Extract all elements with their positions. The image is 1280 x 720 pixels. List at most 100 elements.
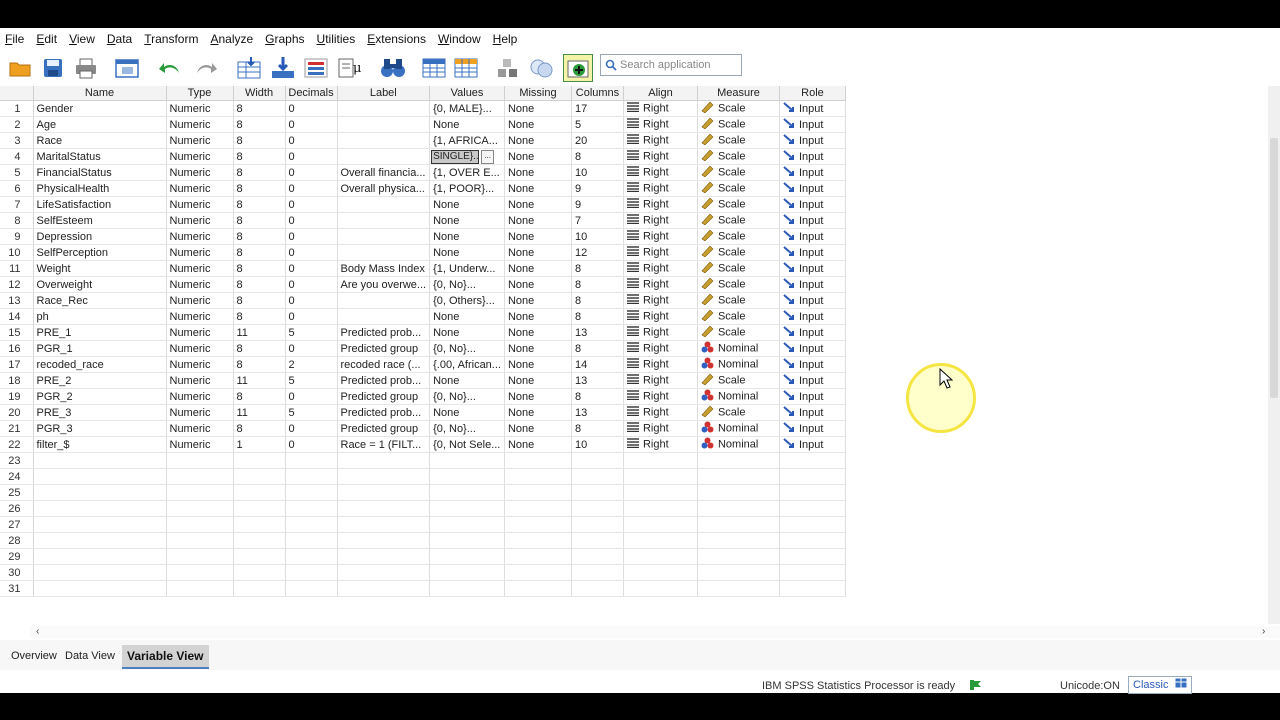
empty-cell[interactable] (571, 516, 624, 533)
cell-label[interactable]: Body Mass Index (337, 260, 431, 277)
cell-measure[interactable]: Scale (697, 228, 780, 245)
menu-transform[interactable]: Transform (139, 28, 205, 50)
cell-values[interactable]: SINGLE}...... (429, 148, 505, 165)
row-number[interactable]: 26 (0, 500, 34, 517)
empty-cell[interactable] (285, 516, 338, 533)
empty-cell[interactable] (571, 564, 624, 581)
cell-name[interactable]: SelfPerception (33, 244, 167, 261)
empty-cell[interactable] (504, 500, 572, 517)
cell-align[interactable]: Right (623, 324, 698, 341)
empty-cell[interactable] (623, 452, 698, 469)
empty-cell[interactable] (285, 580, 338, 597)
empty-cell[interactable] (504, 564, 572, 581)
cell-role[interactable]: Input (779, 420, 846, 437)
cell-values[interactable]: None (429, 404, 505, 421)
cell-align[interactable]: Right (623, 212, 698, 229)
cell-decimals[interactable]: 5 (285, 372, 338, 389)
cell-columns[interactable]: 9 (571, 196, 624, 213)
cell-align[interactable]: Right (623, 372, 698, 389)
empty-cell[interactable] (623, 580, 698, 597)
menu-edit[interactable]: Edit (31, 28, 64, 50)
cell-role[interactable]: Input (779, 148, 846, 165)
empty-cell[interactable] (571, 484, 624, 501)
cell-measure[interactable]: Nominal (697, 340, 780, 357)
col-header-align[interactable]: Align (623, 86, 698, 101)
empty-cell[interactable] (285, 484, 338, 501)
recall-dialog-icon[interactable] (112, 54, 142, 82)
table-row[interactable]: 12 Overweight Numeric 8 0 Are you overwe... {0… (0, 276, 846, 293)
cell-type[interactable]: Numeric (166, 148, 234, 165)
cell-width[interactable]: 8 (233, 340, 286, 357)
table-row[interactable]: 14 ph Numeric 8 0 None None 8 Right Scale Input (0, 308, 846, 325)
cell-columns[interactable]: 8 (571, 308, 624, 325)
menu-graphs[interactable]: Graphs (260, 28, 311, 50)
col-header-name[interactable]: Name (33, 86, 167, 101)
empty-cell[interactable] (504, 484, 572, 501)
split-file-icon[interactable] (494, 54, 524, 82)
customize-toolbar-icon[interactable] (563, 54, 593, 82)
cell-role[interactable]: Input (779, 228, 846, 245)
cell-label[interactable] (337, 196, 431, 213)
empty-row[interactable]: 28 (0, 532, 846, 549)
cell-missing[interactable]: None (504, 308, 572, 325)
empty-row[interactable]: 24 (0, 468, 846, 485)
vertical-scroll-thumb[interactable] (1270, 138, 1278, 398)
cell-values[interactable]: None (429, 372, 505, 389)
table-row[interactable]: 10 SelfPerception Numeric 8 0 None None 12 Right… (0, 244, 846, 261)
cell-align[interactable]: Right (623, 164, 698, 181)
empty-cell[interactable] (33, 516, 167, 533)
cell-align[interactable]: Right (623, 180, 698, 197)
cell-type[interactable]: Numeric (166, 212, 234, 229)
empty-cell[interactable] (166, 500, 234, 517)
cell-label[interactable] (337, 148, 431, 165)
cell-label[interactable]: Predicted group (337, 388, 431, 405)
empty-cell[interactable] (504, 548, 572, 565)
col-header-values[interactable]: Values (429, 86, 505, 101)
cell-type[interactable]: Numeric (166, 436, 234, 453)
cell-missing[interactable]: None (504, 420, 572, 437)
col-header-type[interactable]: Type (166, 86, 234, 101)
cell-decimals[interactable]: 0 (285, 164, 338, 181)
cell-missing[interactable]: None (504, 340, 572, 357)
cell-width[interactable]: 8 (233, 116, 286, 133)
cell-name[interactable]: SelfEsteem (33, 212, 167, 229)
cell-align[interactable]: Right (623, 276, 698, 293)
cell-label[interactable]: Predicted group (337, 420, 431, 437)
cell-type[interactable]: Numeric (166, 116, 234, 133)
empty-cell[interactable] (337, 468, 431, 485)
cell-name[interactable]: Gender (33, 100, 167, 117)
empty-cell[interactable] (697, 468, 780, 485)
cell-name[interactable]: MaritalStatus (33, 148, 167, 165)
classic-mode-button[interactable]: Classic (1128, 676, 1192, 694)
row-number[interactable]: 15 (0, 324, 34, 341)
empty-cell[interactable] (337, 500, 431, 517)
empty-cell[interactable] (285, 548, 338, 565)
cell-type[interactable]: Numeric (166, 372, 234, 389)
cell-align[interactable]: Right (623, 100, 698, 117)
cell-label[interactable]: Overall physica... (337, 180, 431, 197)
empty-cell[interactable] (697, 516, 780, 533)
menu-extensions[interactable]: Extensions (362, 28, 433, 50)
empty-cell[interactable] (504, 516, 572, 533)
cell-name[interactable]: Depression (33, 228, 167, 245)
row-number[interactable]: 13 (0, 292, 34, 309)
cell-name[interactable]: Overweight (33, 276, 167, 293)
cell-type[interactable]: Numeric (166, 132, 234, 149)
empty-cell[interactable] (697, 484, 780, 501)
cell-type[interactable]: Numeric (166, 276, 234, 293)
cell-align[interactable]: Right (623, 404, 698, 421)
empty-cell[interactable] (779, 468, 846, 485)
cell-label[interactable] (337, 292, 431, 309)
empty-row[interactable]: 26 (0, 500, 846, 517)
cell-align[interactable]: Right (623, 244, 698, 261)
cell-role[interactable]: Input (779, 164, 846, 181)
cell-columns[interactable]: 10 (571, 228, 624, 245)
cell-values[interactable]: None (429, 244, 505, 261)
empty-cell[interactable] (571, 532, 624, 549)
cell-type[interactable]: Numeric (166, 340, 234, 357)
cell-role[interactable]: Input (779, 356, 846, 373)
cell-columns[interactable]: 20 (571, 132, 624, 149)
cell-type[interactable]: Numeric (166, 324, 234, 341)
cell-measure[interactable]: Scale (697, 180, 780, 197)
cell-missing[interactable]: None (504, 164, 572, 181)
